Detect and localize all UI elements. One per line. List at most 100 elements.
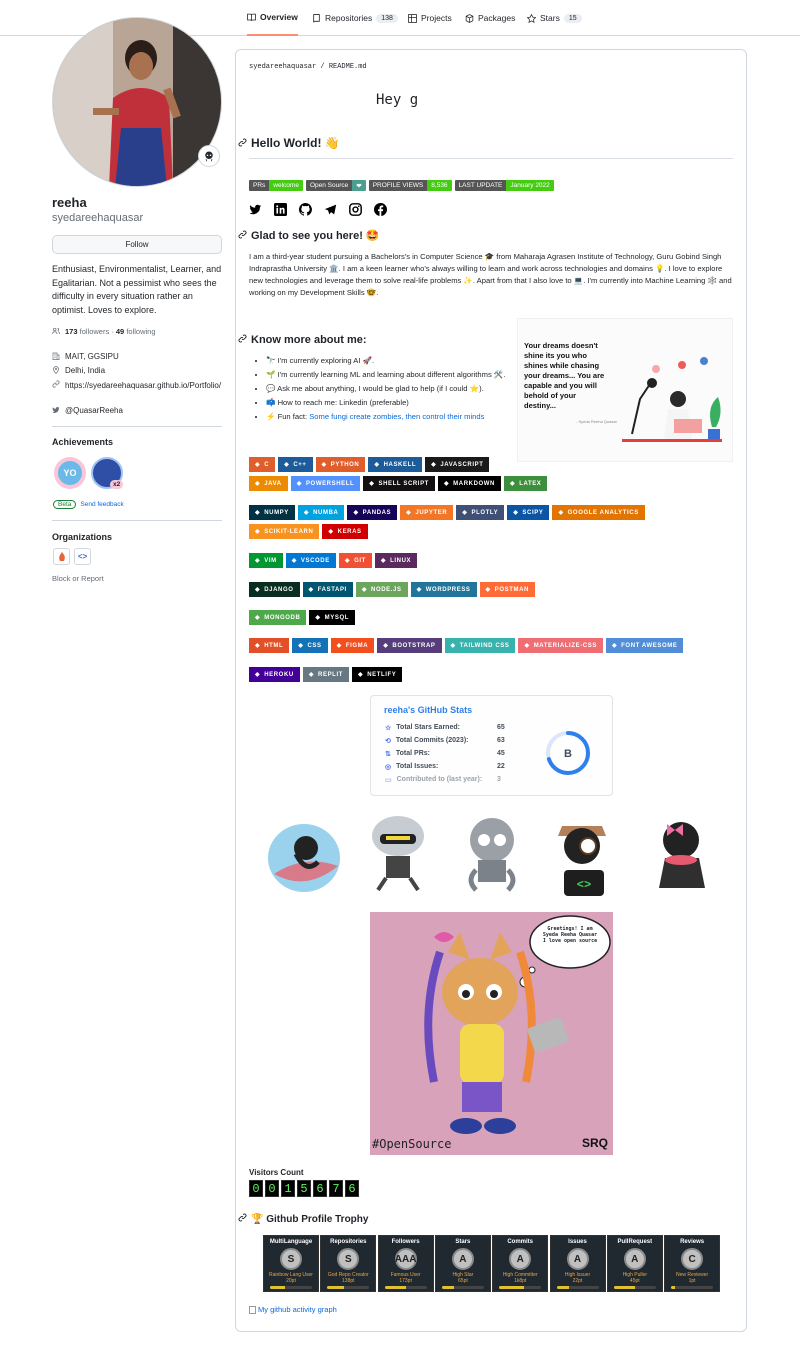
tech-badge-mysql[interactable]: ◆ MYSQL	[309, 610, 355, 625]
trophy-cup-icon: S	[337, 1248, 360, 1270]
trophy-followers[interactable]: Followers AAA Famous User 173pt	[377, 1235, 434, 1292]
tech-badge-css[interactable]: ◆ CSS	[292, 638, 328, 653]
tech-badge-shell-script[interactable]: ◆ SHELL SCRIPT	[363, 476, 435, 491]
trophy-multilanguage[interactable]: MultiLanguage S Rainbow Lang User 20pt	[263, 1235, 319, 1292]
anchor-link-icon[interactable]	[238, 136, 247, 150]
tech-badge-scipy[interactable]: ◆ SCIPY	[507, 505, 550, 520]
badge-row: ◆ NUMPY ◆ NUMBA ◆ PANDAS ◆ JUPYTER ◆ PLOTLY ◆ SCIPY…	[249, 505, 645, 520]
anchor-link-icon[interactable]	[238, 230, 247, 242]
tech-badge-materialize-css[interactable]: ◆ MATERIALIZE-CSS	[518, 638, 603, 653]
tech-badge-figma[interactable]: ◆ FIGMA	[330, 638, 375, 653]
tab-overview[interactable]: Overview	[247, 0, 298, 36]
tech-badge-heroku[interactable]: ◆ HEROKU	[249, 667, 300, 682]
website-link[interactable]: https://syedareehaquasar.github.io/Portf…	[65, 380, 224, 391]
tech-badge-powershell[interactable]: ◆ POWERSHELL	[290, 476, 361, 491]
instagram-icon[interactable]	[349, 203, 362, 218]
follow-button[interactable]: Follow	[52, 235, 222, 254]
block-report-link[interactable]: Block or Report	[52, 574, 104, 583]
shield-prs[interactable]: PRs welcome	[249, 180, 303, 191]
shield-last-update[interactable]: LAST UPDATE January 2022	[454, 180, 554, 191]
tech-badge-scikit-learn[interactable]: ◆ SCIKIT-LEARN	[249, 524, 320, 539]
tech-badge-c[interactable]: ◆ C	[249, 457, 276, 472]
tech-badge-latex[interactable]: ◆ LATEX	[503, 476, 548, 491]
know-more-title: Know more about me:	[251, 334, 367, 346]
tech-badge-tailwind-css[interactable]: ◆ TAILWIND CSS	[444, 638, 516, 653]
tech-badge-linux[interactable]: ◆ LINUX	[374, 553, 418, 568]
tech-badge-numpy[interactable]: ◆ NUMPY	[249, 505, 295, 520]
trophy-pullrequest[interactable]: PullRequest A High Puller 45pt	[606, 1235, 663, 1292]
stat-row: ☆ Total Stars Earned: 65	[385, 724, 505, 732]
followers-count[interactable]: 173	[65, 327, 78, 336]
crumb-user[interactable]: syedareehaquasar	[249, 63, 316, 71]
twitter-icon[interactable]	[249, 203, 262, 218]
tech-badge-c-[interactable]: ◆ C++	[278, 457, 313, 472]
shield-open-source[interactable]: Open Source ❤	[305, 180, 366, 191]
linkedin-icon[interactable]	[274, 203, 287, 218]
trophy-issues[interactable]: Issues A High Issuer 22pt	[549, 1235, 606, 1292]
tech-badge-python[interactable]: ◆ PYTHON	[315, 457, 366, 472]
tech-badge-fastapi[interactable]: ◆ FASTAPI	[302, 582, 353, 597]
facebook-icon[interactable]	[374, 203, 387, 218]
tech-logo-icon: ◆	[462, 510, 468, 516]
tab-repositories[interactable]: Repositories 138	[312, 0, 398, 36]
anchor-link-icon[interactable]	[238, 1213, 247, 1225]
github-icon[interactable]	[298, 203, 312, 218]
tab-projects[interactable]: Projects	[408, 0, 452, 36]
tech-badge-markdown[interactable]: ◆ MARKDOWN	[437, 476, 501, 491]
tech-badge-vscode[interactable]: ◆ VSCODE	[285, 553, 336, 568]
tech-badge-haskell[interactable]: ◆ HASKELL	[368, 457, 423, 472]
tab-stars[interactable]: Stars 15	[527, 0, 582, 36]
status-octocat-icon[interactable]	[198, 145, 220, 167]
counter-digit: 0	[249, 1180, 263, 1197]
tech-badge-jupyter[interactable]: ◆ JUPYTER	[400, 505, 454, 520]
tech-badge-replit[interactable]: ◆ REPLIT	[302, 667, 349, 682]
tech-badge-vim[interactable]: ◆ VIM	[249, 553, 283, 568]
trophy-commits[interactable]: Commits A High Committer 1k8pt	[492, 1235, 549, 1292]
counter-digit: 5	[297, 1180, 311, 1197]
tech-badge-git[interactable]: ◆ GIT	[338, 553, 372, 568]
tech-badge-font-awesome[interactable]: ◆ FONT AWESOME	[605, 638, 684, 653]
tech-badge-node-js[interactable]: ◆ NODE.JS	[355, 582, 408, 597]
twitter-row: @QuasarReeha	[52, 406, 224, 416]
stat-row: ⟲ Total Commits (2023): 63	[385, 737, 505, 745]
avatar[interactable]	[52, 17, 222, 187]
shield-profile-views[interactable]: PROFILE VIEWS 8,536	[368, 180, 452, 191]
location-icon	[52, 366, 60, 376]
following-label[interactable]: following	[126, 327, 155, 336]
tech-badge-bootstrap[interactable]: ◆ BOOTSTRAP	[377, 638, 442, 653]
followers-label[interactable]: followers	[80, 327, 110, 336]
trophy-points: 22pt	[572, 1278, 583, 1284]
following-count[interactable]: 49	[116, 327, 124, 336]
tech-badge-netlify[interactable]: ◆ NETLIFY	[351, 667, 403, 682]
telegram-icon[interactable]	[324, 203, 337, 218]
tech-badge-numba[interactable]: ◆ NUMBA	[297, 505, 345, 520]
know-more-heading: Know more about me:	[238, 334, 367, 346]
tech-badge-google-analytics[interactable]: ◆ GOOGLE ANALYTICS	[552, 505, 645, 520]
tech-badge-javascript[interactable]: ◆ JAVASCRIPT	[425, 457, 490, 472]
tech-badge-keras[interactable]: ◆ KERAS	[322, 524, 368, 539]
link-icon	[52, 380, 60, 391]
tech-badge-java[interactable]: ◆ JAVA	[249, 476, 288, 491]
trophy-stars[interactable]: Stars A High Star 65pt	[434, 1235, 491, 1292]
anchor-link-icon[interactable]	[238, 334, 247, 346]
tech-badge-wordpress[interactable]: ◆ WORDPRESS	[410, 582, 477, 597]
tech-badge-django[interactable]: ◆ DJANGO	[249, 582, 300, 597]
org-avatar-code[interactable]: <>	[74, 548, 91, 565]
crumb-file[interactable]: README.md	[329, 63, 367, 71]
tech-badge-mongodb[interactable]: ◆ MONGODB	[249, 610, 307, 625]
org-avatar-hacktoberfest[interactable]	[53, 548, 70, 565]
tab-packages[interactable]: Packages	[465, 0, 515, 36]
activity-graph-link[interactable]: My github activity graph	[249, 1305, 337, 1314]
badge-row: ◆ HEROKU ◆ REPLIT ◆ NETLIFY	[249, 667, 403, 682]
trophy-cup-icon: AAA	[394, 1248, 417, 1270]
tech-badge-plotly[interactable]: ◆ PLOTLY	[456, 505, 505, 520]
send-feedback-link[interactable]: Send feedback	[80, 501, 123, 508]
achievement-yolo[interactable]: YO	[54, 457, 86, 489]
fun-fact-link[interactable]: Some fungi create zombies, then control …	[309, 412, 484, 421]
trophy-repositories[interactable]: Repositories S God Repo Creator 138pt	[320, 1235, 377, 1292]
tech-badge-html[interactable]: ◆ HTML	[249, 638, 290, 653]
trophy-reviews[interactable]: Reviews C New Reviewer 1pt	[664, 1235, 721, 1292]
twitter-handle[interactable]: @QuasarReeha	[65, 406, 123, 415]
tech-badge-pandas[interactable]: ◆ PANDAS	[347, 505, 398, 520]
tech-badge-postman[interactable]: ◆ POSTMAN	[479, 582, 535, 597]
